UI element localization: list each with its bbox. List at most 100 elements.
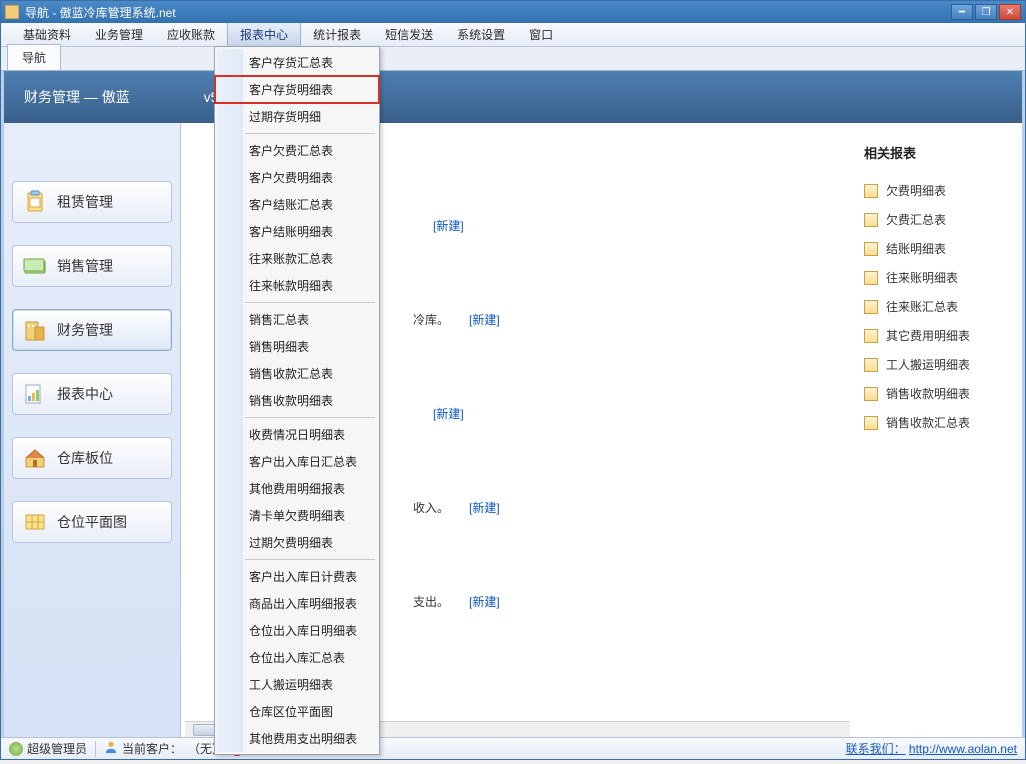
dropdown-item[interactable]: 过期欠费明细表: [215, 529, 379, 556]
related-report-label: 往来账汇总表: [886, 298, 958, 315]
dropdown-item[interactable]: 仓位出入库日明细表: [215, 617, 379, 644]
titlebar: 导航 - 傲蓝冷库管理系统.net ━ ❐ ✕: [1, 1, 1025, 23]
new-link[interactable]: [新建]: [469, 499, 500, 516]
sidebar-rent-mgmt[interactable]: 租赁管理: [12, 181, 172, 223]
related-reports-title: 相关报表: [864, 143, 1012, 162]
sidebar-label: 仓库板位: [57, 448, 113, 468]
related-report-label: 工人搬运明细表: [886, 356, 970, 373]
related-report-item[interactable]: 往来账汇总表: [864, 292, 1012, 321]
row-text: 收入。: [413, 499, 449, 516]
minimize-button[interactable]: ━: [951, 4, 973, 20]
report-icon: [864, 271, 878, 285]
dropdown-item[interactable]: 往来帐款明细表: [215, 272, 379, 299]
dropdown-item[interactable]: 客户存货汇总表: [215, 49, 379, 76]
dropdown-item[interactable]: 客户结账明细表: [215, 218, 379, 245]
user-icon: [9, 742, 23, 756]
page-header: 财务管理 — 傲蓝 v5.2: [4, 71, 1022, 123]
sidebar-label: 销售管理: [57, 256, 113, 276]
dropdown-item[interactable]: 客户存货明细表: [215, 76, 379, 103]
report-icon: [864, 300, 878, 314]
dropdown-item[interactable]: 工人搬运明细表: [215, 671, 379, 698]
contact-label: 联系我们：: [846, 742, 906, 756]
app-icon: [5, 5, 19, 19]
dropdown-item[interactable]: 收费情况日明细表: [215, 421, 379, 448]
dropdown-item[interactable]: 商品出入库明细报表: [215, 590, 379, 617]
report-icon: [864, 387, 878, 401]
menu-统计报表[interactable]: 统计报表: [301, 23, 373, 46]
dropdown-item[interactable]: 往来账款汇总表: [215, 245, 379, 272]
grid-icon: [23, 510, 47, 534]
menu-短信发送[interactable]: 短信发送: [373, 23, 445, 46]
menu-报表中心[interactable]: 报表中心: [227, 23, 301, 46]
row-text: 支出。: [413, 593, 449, 610]
related-report-item[interactable]: 欠费汇总表: [864, 205, 1012, 234]
clipboard-icon: [23, 190, 47, 214]
sidebar-sales-mgmt[interactable]: 销售管理: [12, 245, 172, 287]
client-icon: [104, 740, 118, 757]
dropdown-item[interactable]: 销售汇总表: [215, 306, 379, 333]
report-icon: [864, 213, 878, 227]
money-icon: [23, 254, 47, 278]
sidebar-label: 仓位平面图: [57, 512, 127, 532]
report-icon: [864, 184, 878, 198]
dropdown-item[interactable]: 销售明细表: [215, 333, 379, 360]
new-link[interactable]: [新建]: [469, 593, 500, 610]
dropdown-item[interactable]: 销售收款明细表: [215, 387, 379, 414]
sidebar-warehouse-slot[interactable]: 仓库板位: [12, 437, 172, 479]
related-reports-panel: 相关报表 欠费明细表欠费汇总表结账明细表往来账明细表往来账汇总表其它费用明细表工…: [854, 71, 1022, 737]
menu-基础资料[interactable]: 基础资料: [11, 23, 83, 46]
window-title: 导航 - 傲蓝冷库管理系统.net: [25, 4, 951, 21]
sidebar-report-center[interactable]: 报表中心: [12, 373, 172, 415]
sidebar: 租赁管理销售管理财务管理报表中心仓库板位仓位平面图: [4, 71, 181, 737]
related-report-item[interactable]: 欠费明细表: [864, 176, 1012, 205]
row-text: 冷库。: [413, 311, 449, 328]
tabbar: 导航: [1, 47, 1025, 71]
related-report-label: 往来账明细表: [886, 269, 958, 286]
close-button[interactable]: ✕: [999, 4, 1021, 20]
dropdown-item[interactable]: 其他费用明细报表: [215, 475, 379, 502]
menu-系统设置[interactable]: 系统设置: [445, 23, 517, 46]
dropdown-item[interactable]: 清卡单欠费明细表: [215, 502, 379, 529]
related-report-item[interactable]: 销售收款明细表: [864, 379, 1012, 408]
related-report-item[interactable]: 工人搬运明细表: [864, 350, 1012, 379]
related-report-label: 销售收款明细表: [886, 385, 970, 402]
report-center-dropdown: 客户存货汇总表客户存货明细表过期存货明细客户欠费汇总表客户欠费明细表客户结账汇总…: [214, 46, 380, 755]
contact-link[interactable]: http://www.aolan.net: [909, 742, 1017, 756]
dropdown-item[interactable]: 其他费用支出明细表: [215, 725, 379, 752]
menubar: 基础资料业务管理应收账款报表中心统计报表短信发送系统设置窗口: [1, 23, 1025, 47]
related-report-label: 结账明细表: [886, 240, 946, 257]
maximize-button[interactable]: ❐: [975, 4, 997, 20]
menu-窗口[interactable]: 窗口: [517, 23, 565, 46]
dropdown-item[interactable]: 客户出入库日汇总表: [215, 448, 379, 475]
dropdown-item[interactable]: 客户出入库日计费表: [215, 563, 379, 590]
related-report-item[interactable]: 其它费用明细表: [864, 321, 1012, 350]
sidebar-slot-plan[interactable]: 仓位平面图: [12, 501, 172, 543]
report-icon: [864, 416, 878, 430]
dropdown-item[interactable]: 客户欠费汇总表: [215, 137, 379, 164]
workarea: 租赁管理销售管理财务管理报表中心仓库板位仓位平面图 财务管理 — 傲蓝 v5.2…: [1, 71, 1025, 737]
dropdown-item[interactable]: 仓位出入库汇总表: [215, 644, 379, 671]
related-report-item[interactable]: 结账明细表: [864, 234, 1012, 263]
menu-应收账款[interactable]: 应收账款: [155, 23, 227, 46]
related-report-label: 欠费明细表: [886, 182, 946, 199]
report-icon: [864, 329, 878, 343]
sidebar-finance-mgmt[interactable]: 财务管理: [12, 309, 172, 351]
new-link[interactable]: [新建]: [433, 405, 464, 422]
sidebar-label: 财务管理: [57, 320, 113, 340]
current-client-label: 当前客户：: [122, 740, 182, 757]
new-link[interactable]: [新建]: [433, 217, 464, 234]
dropdown-item[interactable]: 仓库区位平面图: [215, 698, 379, 725]
related-report-item[interactable]: 销售收款汇总表: [864, 408, 1012, 437]
header-text: 财务管理 — 傲蓝: [24, 89, 130, 105]
dropdown-item[interactable]: 客户欠费明细表: [215, 164, 379, 191]
menu-业务管理[interactable]: 业务管理: [83, 23, 155, 46]
dropdown-item[interactable]: 客户结账汇总表: [215, 191, 379, 218]
dropdown-item[interactable]: 过期存货明细: [215, 103, 379, 130]
report-icon: [864, 358, 878, 372]
related-report-label: 其它费用明细表: [886, 327, 970, 344]
related-report-item[interactable]: 往来账明细表: [864, 263, 1012, 292]
building-icon: [23, 318, 47, 342]
tab-navigation[interactable]: 导航: [7, 44, 61, 70]
dropdown-item[interactable]: 销售收款汇总表: [215, 360, 379, 387]
new-link[interactable]: [新建]: [469, 311, 500, 328]
